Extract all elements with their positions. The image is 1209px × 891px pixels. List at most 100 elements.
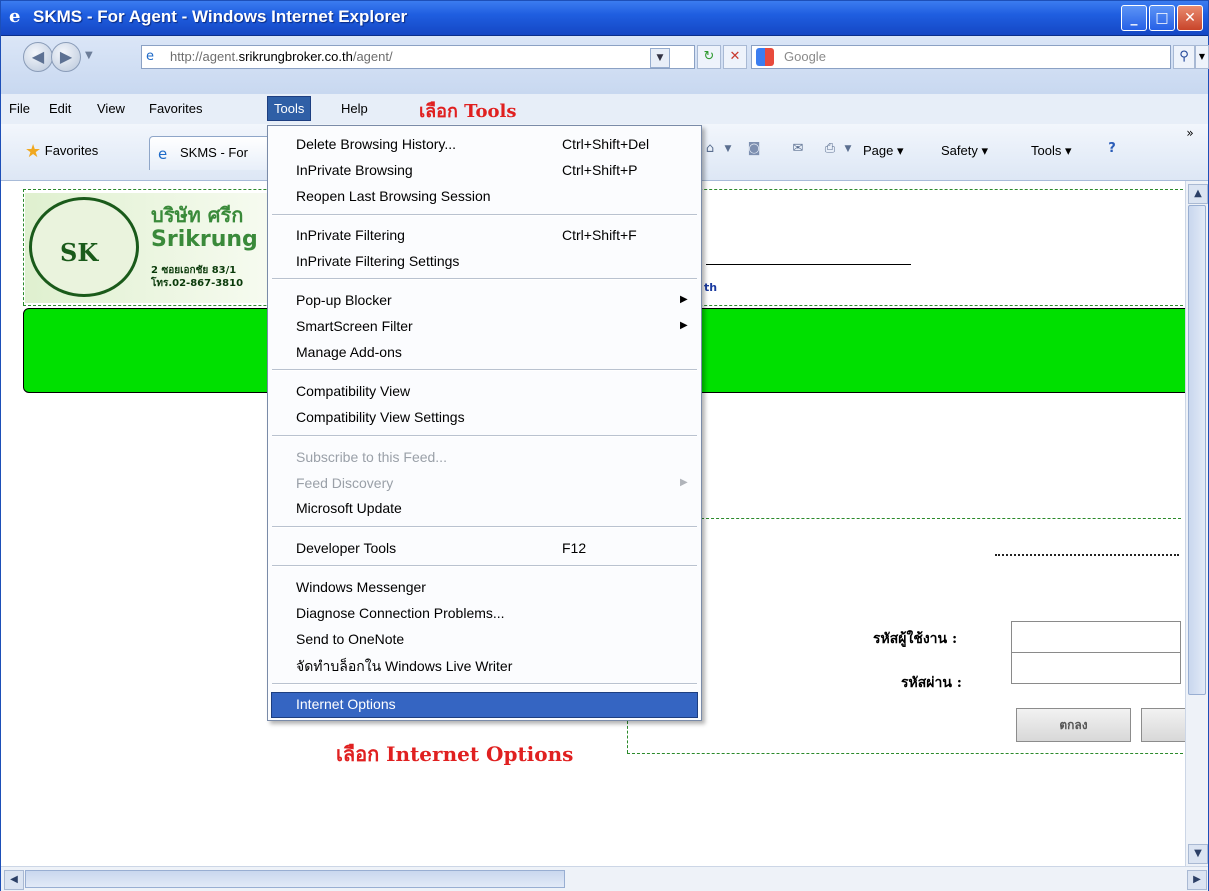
horizontal-scroll-thumb[interactable]: [25, 870, 565, 888]
menu-item-inprivate-filtering[interactable]: InPrivate Filtering: [296, 227, 405, 243]
more-commands-icon[interactable]: »: [1181, 124, 1199, 142]
login-border-left: [627, 721, 628, 753]
close-button[interactable]: ✕: [1177, 5, 1203, 31]
menu-separator: [272, 369, 697, 371]
menu-item-manage-addons[interactable]: Manage Add-ons: [296, 344, 402, 360]
menu-view[interactable]: View: [97, 101, 125, 116]
favorites-star-icon: ★: [25, 141, 42, 161]
vertical-scrollbar[interactable]: ▲ ▼: [1185, 181, 1208, 866]
url-prefix: http://agent.: [170, 49, 239, 64]
annotation-select-internet-options: เลือก Internet Options: [336, 742, 574, 766]
company-logo: SK: [29, 197, 139, 297]
password-label: รหัสผ่าน :: [901, 675, 962, 691]
menu-separator: [272, 435, 697, 437]
back-button[interactable]: ◀: [23, 42, 53, 72]
menu-item-windows-live-writer[interactable]: จัดทำบล็อกใน Windows Live Writer: [296, 656, 512, 678]
header-rule: [706, 264, 911, 265]
vertical-scroll-thumb[interactable]: [1188, 205, 1206, 695]
menu-separator: [272, 526, 697, 528]
address-url[interactable]: http://agent.srikrungbroker.co.th/agent/: [170, 49, 393, 64]
favorites-label: Favorites: [44, 142, 99, 158]
help-icon[interactable]: ?: [1103, 140, 1121, 158]
browser-window: e SKMS - For Agent - Windows Internet Ex…: [0, 0, 1209, 891]
menu-item-windows-messenger[interactable]: Windows Messenger: [296, 579, 426, 595]
search-icon[interactable]: ⚲: [1173, 45, 1195, 69]
menu-item-send-to-onenote[interactable]: Send to OneNote: [296, 631, 404, 647]
logo-text: SK: [60, 238, 99, 267]
menu-item-smartscreen-filter[interactable]: SmartScreen Filter: [296, 318, 413, 334]
cancel-button[interactable]: [1141, 708, 1185, 742]
url-suffix: /agent/: [352, 49, 393, 64]
address-dropdown-icon[interactable]: ▼: [650, 48, 670, 68]
window-title: SKMS - For Agent - Windows Internet Expl…: [33, 7, 408, 26]
scroll-up-icon[interactable]: ▲: [1188, 184, 1208, 204]
compatibility-refresh-icon[interactable]: ↻: [697, 45, 721, 69]
print-dropdown-icon[interactable]: ▼: [839, 140, 857, 158]
menu-separator: [272, 565, 697, 567]
search-options-dropdown-icon[interactable]: ▼: [1195, 45, 1209, 69]
favorites-button[interactable]: ★ Favorites: [25, 141, 98, 162]
annotation-select-tools: เลือก Tools: [419, 101, 517, 122]
page-menu[interactable]: Page ▾: [863, 143, 904, 159]
tools-command-menu[interactable]: Tools ▾: [1031, 143, 1072, 159]
menu-item-popup-blocker[interactable]: Pop-up Blocker: [296, 292, 392, 308]
menu-item-feed-discovery: Feed Discovery: [296, 475, 394, 491]
password-field[interactable]: [1011, 652, 1181, 684]
address-bar[interactable]: e http://agent.srikrungbroker.co.th/agen…: [141, 45, 695, 69]
shortcut-inprivate-filtering: Ctrl+Shift+F: [562, 227, 637, 243]
menu-item-microsoft-update[interactable]: Microsoft Update: [296, 500, 402, 516]
tab-ie-icon: e: [158, 145, 168, 163]
print-icon[interactable]: ⎙: [821, 140, 839, 158]
ok-button[interactable]: ตกลง: [1016, 708, 1131, 742]
menu-item-reopen-last-session[interactable]: Reopen Last Browsing Session: [296, 188, 491, 204]
feeds-icon[interactable]: ◙: [745, 140, 763, 158]
menu-tools[interactable]: Tools: [267, 96, 312, 121]
menu-item-inprivate-filtering-settings[interactable]: InPrivate Filtering Settings: [296, 253, 459, 269]
browser-tab[interactable]: e SKMS - For: [149, 136, 284, 170]
submenu-arrow-icon: ▶: [680, 320, 688, 331]
home-icon[interactable]: ⌂: [701, 140, 719, 158]
menu-help[interactable]: Help: [341, 101, 368, 116]
menu-item-diagnose-connection[interactable]: Diagnose Connection Problems...: [296, 605, 505, 621]
username-field[interactable]: [1011, 621, 1181, 653]
login-border-bottom: [627, 753, 1183, 754]
menu-item-compatibility-view-settings[interactable]: Compatibility View Settings: [296, 409, 465, 425]
login-border-top: [701, 518, 1181, 519]
menu-separator: [272, 278, 697, 280]
maximize-button[interactable]: □: [1149, 5, 1175, 31]
stop-icon[interactable]: ✕: [723, 45, 747, 69]
horizontal-scrollbar[interactable]: ◀ ▶: [1, 866, 1208, 891]
scroll-left-icon[interactable]: ◀: [4, 870, 24, 890]
tools-command-label: Tools: [1031, 143, 1062, 158]
address-row: ◀ ▶ ▼ e http://agent.srikrungbroker.co.t…: [1, 36, 1209, 94]
menu-edit[interactable]: Edit: [49, 101, 71, 116]
minimize-button[interactable]: _: [1121, 5, 1147, 31]
menu-bar: File Edit View Favorites Tools Help: [1, 94, 1208, 125]
scroll-right-icon[interactable]: ▶: [1187, 870, 1207, 890]
home-dropdown-icon[interactable]: ▼: [719, 140, 737, 158]
read-mail-icon[interactable]: ✉: [789, 140, 807, 158]
menu-item-delete-browsing-history[interactable]: Delete Browsing History...: [296, 136, 456, 152]
menu-item-subscribe-feed: Subscribe to this Feed...: [296, 449, 447, 465]
menu-item-developer-tools[interactable]: Developer Tools: [296, 540, 396, 556]
title-bar: e SKMS - For Agent - Windows Internet Ex…: [1, 1, 1208, 36]
menu-separator: [272, 214, 697, 216]
scroll-down-icon[interactable]: ▼: [1188, 844, 1208, 864]
page-menu-label: Page: [863, 143, 894, 158]
forward-button[interactable]: ▶: [51, 42, 81, 72]
recent-pages-dropdown-icon[interactable]: ▼: [85, 50, 93, 61]
menu-file[interactable]: File: [9, 101, 30, 116]
menu-favorites[interactable]: Favorites: [149, 101, 202, 116]
submenu-arrow-icon: ▶: [680, 477, 688, 488]
header-border-left: [23, 189, 24, 305]
menu-item-compatibility-view[interactable]: Compatibility View: [296, 383, 410, 399]
ie-icon: e: [9, 6, 21, 27]
safety-menu[interactable]: Safety ▾: [941, 143, 988, 159]
company-phone: โทร.02-867-3810: [151, 278, 244, 289]
search-input[interactable]: Google: [751, 45, 1171, 69]
search-placeholder: Google: [784, 49, 826, 64]
menu-item-inprivate-browsing[interactable]: InPrivate Browsing: [296, 162, 413, 178]
menu-item-internet-options[interactable]: Internet Options: [296, 696, 396, 712]
header-website-suffix: th: [704, 281, 718, 294]
shortcut-inprivate-browsing: Ctrl+Shift+P: [562, 162, 638, 178]
